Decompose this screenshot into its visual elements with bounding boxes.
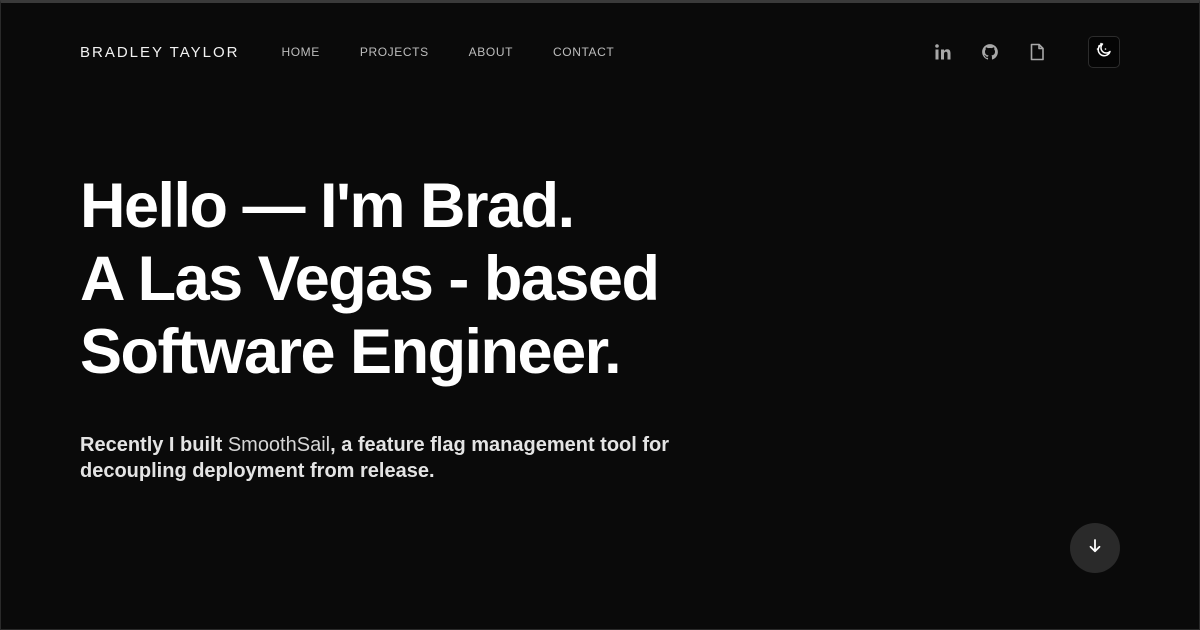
linkedin-icon[interactable] <box>932 41 954 63</box>
theme-toggle-button[interactable] <box>1088 36 1120 68</box>
smoothsail-link[interactable]: SmoothSail <box>228 434 330 456</box>
header-actions <box>907 36 1120 68</box>
hero-title: Hello — I'm Brad. A Las Vegas - based So… <box>80 170 840 389</box>
hero-title-line: A Las Vegas - based <box>80 244 660 314</box>
arrow-down-icon <box>1087 538 1103 559</box>
brand-logo-text[interactable]: BRADLEY TAYLOR <box>80 44 239 61</box>
scroll-down-button[interactable] <box>1070 523 1120 573</box>
hero-title-line: Software Engineer. <box>80 317 622 387</box>
site-header: BRADLEY TAYLOR HOME PROJECTS ABOUT CONTA… <box>80 36 1120 68</box>
nav-about[interactable]: ABOUT <box>469 45 513 59</box>
resume-document-icon[interactable] <box>1026 41 1048 63</box>
intro-text-before: Recently I built <box>80 434 228 456</box>
main-nav: HOME PROJECTS ABOUT CONTACT <box>281 45 654 59</box>
nav-projects[interactable]: PROJECTS <box>360 45 429 59</box>
nav-home[interactable]: HOME <box>281 45 319 59</box>
hero-intro: Recently I built SmoothSail, a feature f… <box>80 432 720 484</box>
moon-sun-icon <box>1095 41 1113 64</box>
nav-contact[interactable]: CONTACT <box>553 45 614 59</box>
hero-title-line: Hello — I'm Brad. <box>80 171 575 241</box>
github-icon[interactable] <box>979 41 1001 63</box>
